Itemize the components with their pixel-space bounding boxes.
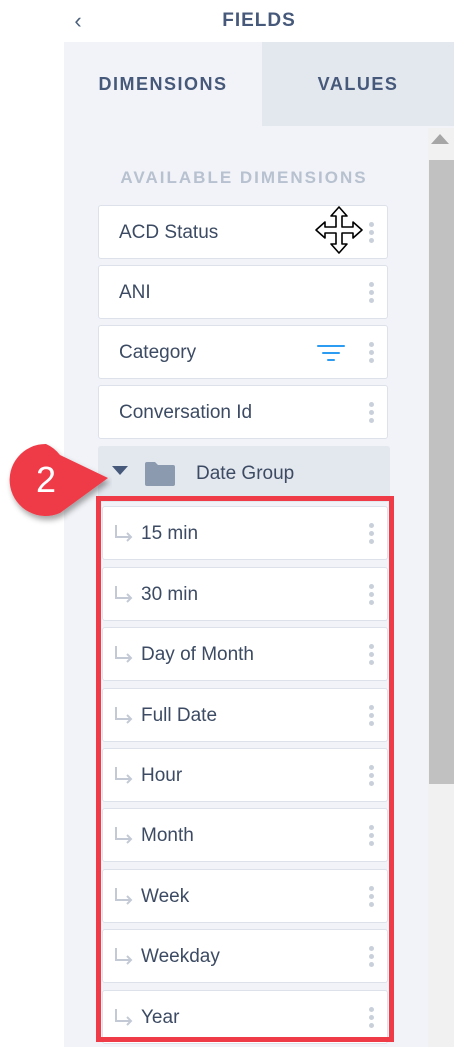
more-options-icon[interactable] (369, 705, 375, 729)
date-group-item-15-min[interactable]: 15 min (102, 506, 388, 560)
more-options-icon[interactable] (369, 282, 375, 306)
tab-values[interactable]: VALUES (262, 42, 454, 126)
more-options-icon[interactable] (369, 523, 375, 547)
subitem-arrow-icon (115, 827, 133, 844)
date-group-item-label: Day of Month (141, 644, 254, 665)
more-options-icon[interactable] (369, 222, 375, 246)
scrollbar-thumb[interactable] (429, 160, 454, 784)
scroll-up-arrow-icon[interactable] (431, 134, 449, 144)
subitem-arrow-icon (115, 888, 133, 905)
date-group-item-label: Full Date (141, 705, 218, 726)
more-options-icon[interactable] (369, 946, 375, 970)
more-options-icon[interactable] (369, 402, 375, 426)
date-group-item-label: Week (141, 886, 190, 907)
subitem-arrow-icon (115, 1009, 133, 1026)
dimension-label: ACD Status (119, 222, 219, 243)
date-group-item-day-of-month[interactable]: Day of Month (102, 627, 388, 681)
subitem-arrow-icon (115, 586, 133, 603)
more-options-icon[interactable] (369, 886, 375, 910)
section-title: AVAILABLE DIMENSIONS (120, 168, 368, 187)
date-group-item-label: 30 min (141, 584, 199, 605)
dimension-item-conversation-id[interactable]: Conversation Id (98, 385, 388, 439)
date-group-item-label: Month (141, 825, 194, 846)
subitem-arrow-icon (115, 767, 133, 784)
move-cursor-icon (315, 206, 363, 254)
date-group-item-30-min[interactable]: 30 min (102, 567, 388, 621)
folder-icon (145, 462, 175, 486)
date-group-item-label: Hour (141, 765, 183, 786)
subitem-arrow-icon (115, 707, 133, 724)
dimension-label: ANI (119, 282, 151, 303)
date-group-item-label: 15 min (141, 523, 199, 544)
more-options-icon[interactable] (369, 584, 375, 608)
dimension-item-ani[interactable]: ANI (98, 265, 388, 319)
more-options-icon[interactable] (369, 644, 375, 668)
date-group-item-month[interactable]: Month (102, 808, 388, 862)
panel-title: FIELDS (222, 10, 296, 31)
subitem-arrow-icon (115, 948, 133, 965)
subitem-arrow-icon (115, 525, 133, 542)
caret-down-icon[interactable] (112, 466, 128, 475)
date-group-item-week[interactable]: Week (102, 869, 388, 923)
more-options-icon[interactable] (369, 342, 375, 366)
date-group-folder[interactable]: Date Group (98, 446, 390, 502)
date-group-item-year[interactable]: Year (102, 990, 388, 1044)
dimension-label: Category (119, 342, 197, 363)
more-options-icon[interactable] (369, 825, 375, 849)
more-options-icon[interactable] (369, 765, 375, 789)
date-group-item-hour[interactable]: Hour (102, 748, 388, 802)
subitem-arrow-icon (115, 646, 133, 663)
date-group-item-full-date[interactable]: Full Date (102, 688, 388, 742)
callout-number: 2 (35, 459, 57, 500)
dimension-item-category[interactable]: Category (98, 325, 388, 379)
filter-icon[interactable] (317, 345, 345, 363)
dimension-label: Conversation Id (119, 402, 253, 423)
date-group-label: Date Group (196, 463, 295, 484)
more-options-icon[interactable] (369, 1007, 375, 1031)
tab-dimensions[interactable]: DIMENSIONS (64, 42, 262, 126)
date-group-item-weekday[interactable]: Weekday (102, 929, 388, 983)
date-group-item-label: Year (141, 1007, 180, 1028)
date-group-item-label: Weekday (141, 946, 220, 967)
